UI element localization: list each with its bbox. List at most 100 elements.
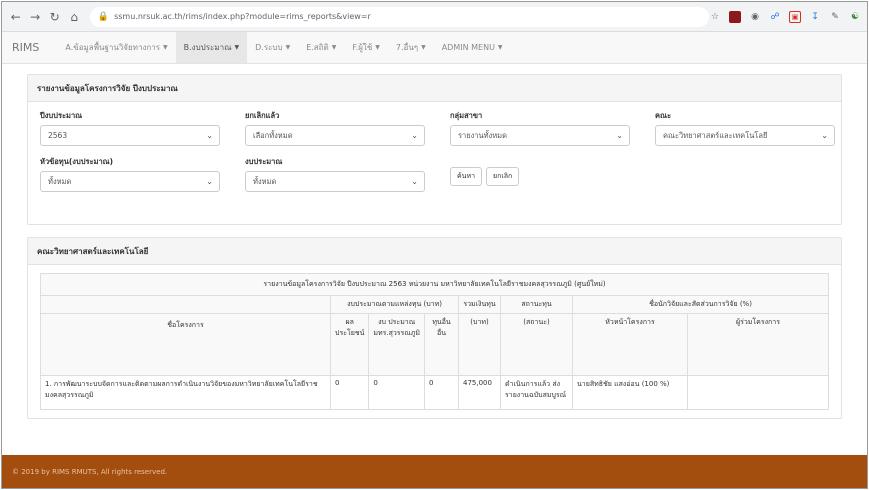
budget-select[interactable]: ทั้งหมด ⌄ (245, 171, 425, 192)
field-label: งบประมาณ (245, 157, 283, 166)
field-label: ปีงบประมาณ (40, 111, 83, 120)
menu-item-a[interactable]: A.ข้อมูลพื้นฐานวิจัยทางการ ▼ (57, 32, 175, 63)
menu-item-e[interactable]: E.สถิติ ▼ (298, 32, 344, 63)
total-group-header: รวมเงินทุน (458, 295, 502, 314)
table-row: 1. การพัฒนาระบบจัดการและติดตามผลการดำเนิ… (40, 375, 829, 410)
caret-down-icon: ▼ (163, 44, 168, 51)
field-label: คณะ (655, 111, 672, 120)
browser-window: ← → ↻ ⌂ 🔒 ssmu.nrsuk.ac.th/rims/index.ph… (1, 1, 868, 489)
reload-icon[interactable]: ↻ (47, 9, 62, 25)
head-researcher-cell: นายสิทธิชัย แสงอ่อน (100 %) (572, 375, 689, 410)
university-budget-cell: 0 (368, 375, 426, 410)
cancel-status-field: ยกเลิกแล้ว เลือกทั้งหมด ⌄ (245, 110, 450, 146)
field-label: หัวข้อทุน(งบประมาณ) (40, 157, 114, 166)
chevron-down-icon: ⌄ (206, 177, 213, 186)
forward-icon[interactable]: → (27, 9, 42, 25)
cancel-button[interactable]: ยกเลิก (486, 167, 520, 186)
chevron-down-icon: ⌄ (206, 131, 213, 140)
menu-item-d[interactable]: D.ระบบ ▼ (247, 32, 298, 63)
extension-icon[interactable]: ☍ (769, 11, 781, 23)
benefit-header: ผล ประโยชน์ (329, 313, 370, 376)
address-bar[interactable]: 🔒 ssmu.nrsuk.ac.th/rims/index.php?module… (89, 6, 710, 27)
puzzle-icon[interactable]: ✎ (829, 11, 841, 23)
footer-text: © 2019 by RIMS RMUTS, All rights reserve… (12, 467, 168, 476)
fiscal-year-select[interactable]: 2563 ⌄ (40, 125, 220, 146)
extension-icon[interactable]: ▣ (789, 10, 802, 23)
menu-label: ADMIN MENU (441, 43, 495, 52)
menu-label: F.ผู้ใช้ (352, 43, 373, 52)
field-label: ยกเลิกแล้ว (245, 111, 280, 120)
home-icon[interactable]: ⌂ (66, 9, 81, 25)
caret-down-icon: ▼ (331, 44, 337, 51)
extension-icon[interactable]: ◉ (749, 11, 761, 23)
download-icon[interactable]: ↧ (809, 11, 821, 23)
profile-icon[interactable]: ☯ (849, 11, 861, 23)
fund-topic-field: หัวข้อทุน(งบประมาณ) ทั้งหมด ⌄ (40, 156, 245, 192)
caret-down-icon: ▼ (375, 44, 380, 51)
fiscal-year-field: ปีงบประมาณ 2563 ⌄ (40, 110, 245, 146)
caret-down-icon: ▼ (234, 44, 240, 51)
menu-label: 7.อื่นๆ (395, 43, 419, 52)
browser-toolbar: ← → ↻ ⌂ 🔒 ssmu.nrsuk.ac.th/rims/index.ph… (2, 2, 867, 32)
menu-item-admin[interactable]: ADMIN MENU ▼ (434, 32, 511, 63)
page-footer: © 2019 by RIMS RMUTS, All rights reserve… (2, 455, 867, 488)
chevron-down-icon: ⌄ (616, 131, 623, 140)
brand-logo[interactable]: RIMS (12, 41, 39, 54)
search-button[interactable]: ค้นหา (450, 167, 483, 186)
status-unit-header: (สถานะ) (500, 313, 574, 376)
caret-down-icon: ▼ (497, 44, 503, 51)
university-budget-header: งบ ประมาณ มทร.สุวรรณภูมิ (368, 313, 426, 376)
select-value: คณะวิทยาศาสตร์และเทคโนโลยี (663, 130, 768, 140)
other-fund-header: ทุนอื่น อื่น (424, 313, 460, 376)
select-value: ทั้งหมด (253, 176, 277, 186)
faculty-select[interactable]: คณะวิทยาศาสตร์และเทคโนโลยี ⌄ (655, 125, 835, 146)
app-navbar: RIMS A.ข้อมูลพื้นฐานวิจัยทางการ ▼ B.งบประ… (2, 32, 867, 64)
star-icon[interactable]: ☆ (709, 11, 721, 23)
caret-down-icon: ▼ (285, 44, 291, 51)
cancel-status-select[interactable]: เลือกทั้งหมด ⌄ (245, 125, 425, 146)
select-value: เลือกทั้งหมด (253, 130, 293, 140)
select-value: ทั้งหมด (48, 176, 72, 186)
extension-icon[interactable] (729, 10, 742, 23)
filter-panel: รายงานข้อมูลโครงการวิจัย ปีงบประมาณ ปีงบ… (27, 74, 842, 225)
fund-topic-select[interactable]: ทั้งหมด ⌄ (40, 171, 220, 192)
co-researcher-header: ผู้ร่วมโครงการ (687, 313, 829, 376)
status-group-header: สถานะทุน (500, 295, 574, 314)
benefit-cell: 0 (329, 375, 370, 410)
project-table: รายงานข้อมูลโครงการวิจัย ปีงบประมาณ 2563… (40, 273, 829, 410)
researchers-group-header: ชื่อนักวิจัยและสัดส่วนการวิจัย (%) (572, 295, 829, 314)
main-content: รายงานข้อมูลโครงการวิจัย ปีงบประมาณ ปีงบ… (2, 64, 867, 419)
co-researcher-cell (687, 375, 829, 410)
menu-item-b[interactable]: B.งบประมาณ ▼ (175, 32, 248, 63)
discipline-group-field: กลุ่มสาขา รายงานทั้งหมด ⌄ (450, 110, 655, 146)
field-label: กลุ่มสาขา (450, 111, 483, 120)
chevron-down-icon: ⌄ (411, 131, 418, 140)
back-icon[interactable]: ← (8, 9, 23, 25)
other-fund-cell: 0 (424, 375, 460, 410)
action-buttons: ค้นหา ยกเลิก (450, 156, 655, 192)
result-panel: คณะวิทยาศาสตร์และเทคโนโลยี รายงานข้อมูลโ… (27, 237, 842, 419)
budget-group-header: งบประมาณตามแหล่งทุน (บาท) (329, 295, 460, 314)
lock-icon: 🔒 (97, 11, 110, 22)
menu-label: A.ข้อมูลพื้นฐานวิจัยทางการ (65, 43, 160, 52)
select-value: 2563 (48, 131, 68, 140)
url-text: ssmu.nrsuk.ac.th/rims/index.php?module=r… (114, 12, 371, 21)
table-title: รายงานข้อมูลโครงการวิจัย ปีงบประมาณ 2563… (40, 273, 829, 296)
total-unit-header: (บาท) (458, 313, 502, 376)
chevron-down-icon: ⌄ (411, 177, 418, 186)
menu-item-f[interactable]: F.ผู้ใช้ ▼ (344, 32, 388, 63)
caret-down-icon: ▼ (421, 44, 426, 51)
result-panel-title: คณะวิทยาศาสตร์และเทคโนโลยี (28, 238, 841, 265)
select-value: รายงานทั้งหมด (458, 130, 507, 140)
budget-field: งบประมาณ ทั้งหมด ⌄ (245, 156, 450, 192)
total-cell: 475,000 (458, 375, 502, 410)
discipline-group-select[interactable]: รายงานทั้งหมด ⌄ (450, 125, 630, 146)
project-name-header: ชื่อโครงการ (40, 313, 331, 376)
menu-item-7[interactable]: 7.อื่นๆ ▼ (388, 32, 434, 63)
faculty-field: คณะ คณะวิทยาศาสตร์และเทคโนโลยี ⌄ (655, 110, 860, 146)
head-researcher-header: หัวหน้าโครงการ (572, 313, 689, 376)
menu-label: B.งบประมาณ (183, 43, 232, 52)
project-name-cell: 1. การพัฒนาระบบจัดการและติดตามผลการดำเนิ… (40, 375, 331, 410)
blank-header (40, 295, 331, 314)
menu-label: D.ระบบ (255, 43, 283, 52)
